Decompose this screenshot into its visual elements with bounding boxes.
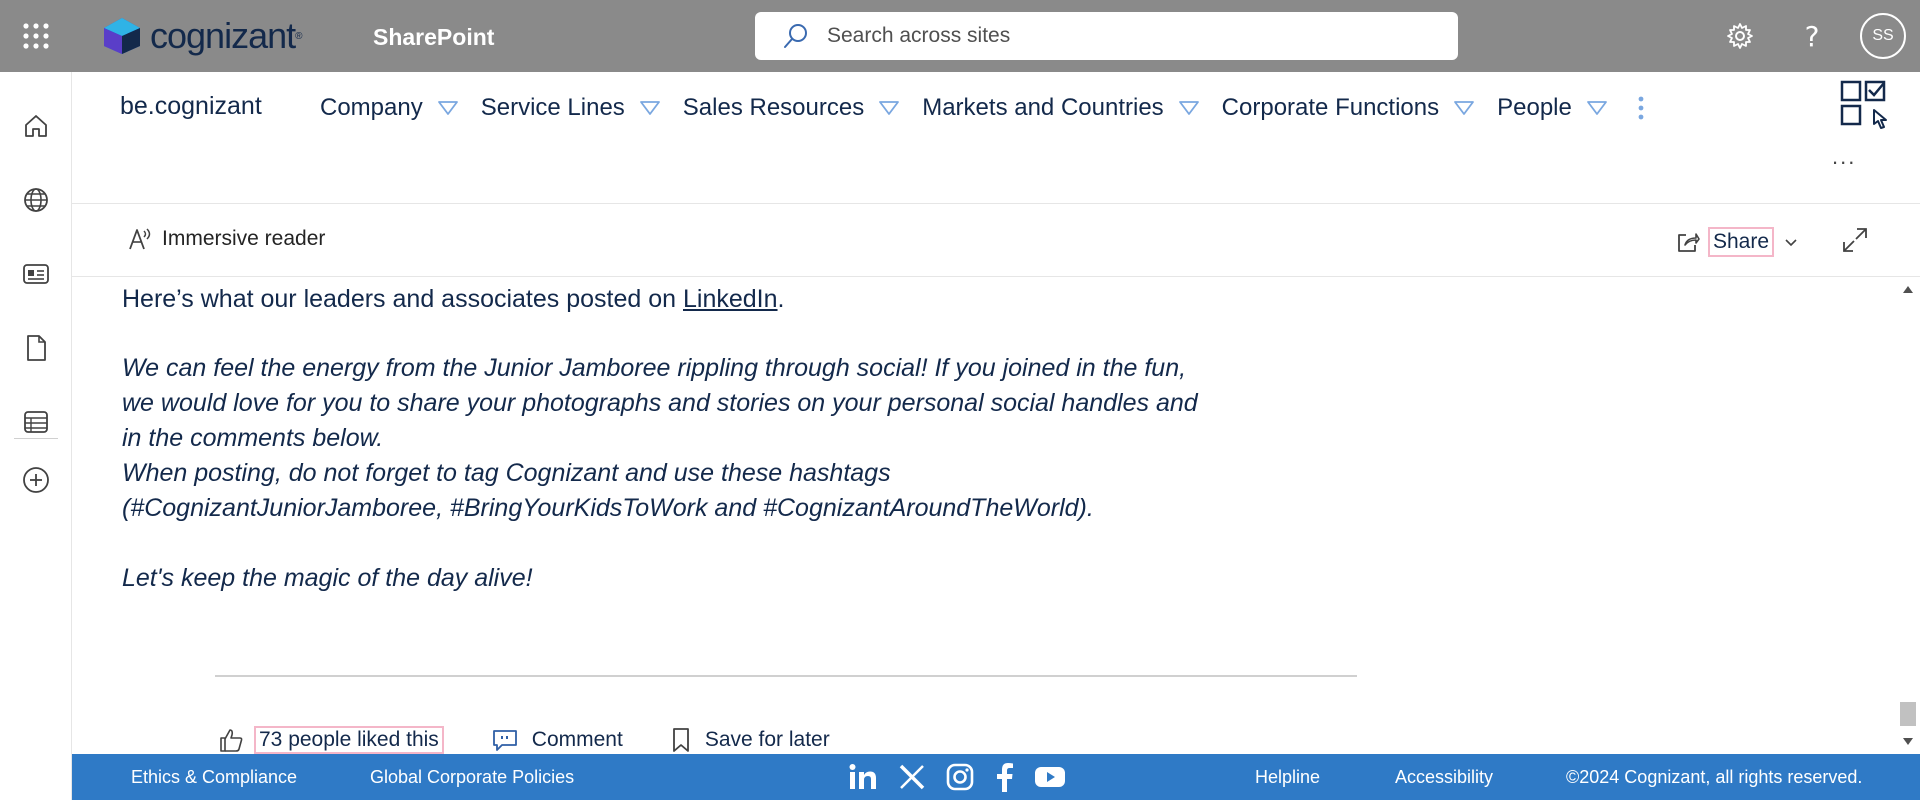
nav-item-label: Company	[320, 94, 423, 121]
body-line: we would love for you to share your phot…	[122, 389, 1198, 417]
site-footer: Ethics & Compliance Global Corporate Pol…	[72, 754, 1920, 800]
instagram-icon[interactable]	[946, 763, 974, 791]
body-line: When posting, do not forget to tag Cogni…	[122, 459, 891, 487]
chevron-down-icon[interactable]	[437, 100, 459, 116]
chevron-down-icon[interactable]	[1453, 100, 1475, 116]
chevron-down-icon[interactable]	[878, 100, 900, 116]
article-content: Here’s what our leaders and associates p…	[72, 278, 1896, 754]
news-icon[interactable]	[18, 256, 54, 292]
cognizant-logo-mark-icon	[104, 18, 140, 54]
content-divider	[215, 675, 1357, 677]
command-bar: Immersive reader Share	[72, 205, 1920, 277]
x-twitter-icon[interactable]	[898, 763, 926, 791]
search-icon	[784, 24, 807, 48]
app-bar	[0, 72, 72, 800]
chevron-down-icon[interactable]	[1178, 100, 1200, 116]
nav-item-corporate-functions[interactable]: Corporate Functions	[1222, 94, 1475, 122]
nav-overflow-icon[interactable]	[1636, 95, 1646, 121]
nav-item-sales-resources[interactable]: Sales Resources	[683, 94, 900, 122]
immersive-reader-button[interactable]: Immersive reader	[128, 227, 325, 251]
settings-gear-icon[interactable]	[1722, 18, 1758, 54]
home-icon[interactable]	[18, 108, 54, 144]
linkedin-icon[interactable]	[848, 763, 878, 791]
intro-suffix: .	[777, 285, 785, 313]
more-options-ellipsis[interactable]: ...	[1832, 144, 1856, 170]
nav-item-label: Markets and Countries	[922, 94, 1164, 121]
nav-item-label: People	[1497, 94, 1572, 121]
hub-nav-items: Company Service Lines Sales Resources Ma…	[320, 90, 1646, 126]
body-line: (#CognizantJuniorJamboree, #BringYourKid…	[122, 494, 1094, 522]
trademark-mark: ®	[295, 30, 303, 42]
cognizant-logo[interactable]: cognizant ®	[100, 14, 302, 58]
globe-icon[interactable]	[18, 182, 54, 218]
app-name[interactable]: SharePoint	[373, 24, 494, 51]
linkedin-link[interactable]: LinkedIn	[683, 285, 778, 313]
save-for-later-label: Save for later	[704, 728, 830, 751]
footer-link-policies[interactable]: Global Corporate Policies	[370, 767, 574, 788]
logo-text: cognizant	[150, 15, 296, 56]
footer-link-ethics[interactable]: Ethics & Compliance	[131, 767, 297, 788]
search-box[interactable]: Search across sites	[755, 12, 1458, 60]
avatar[interactable]: SS	[1860, 13, 1906, 59]
expand-icon[interactable]	[1842, 227, 1868, 258]
app-launcher-icon[interactable]	[18, 18, 54, 54]
body-line: Let's keep the magic of the day alive!	[122, 564, 533, 592]
chevron-down-icon[interactable]	[1586, 100, 1608, 116]
nav-item-label: Sales Resources	[682, 94, 865, 121]
social-actions: 73 people liked this Comment Save for la…	[218, 726, 830, 754]
suite-bar: cognizant ® SharePoint Search across sit…	[0, 0, 1920, 72]
share-options-chevron-icon[interactable]	[1784, 235, 1798, 253]
save-for-later-button[interactable]: Save for later	[671, 727, 830, 753]
share-icon	[1678, 233, 1700, 252]
scroll-down-arrow[interactable]	[1903, 738, 1913, 745]
immersive-reader-icon	[129, 228, 151, 250]
apps-checklist-icon[interactable]	[1840, 80, 1892, 135]
youtube-icon[interactable]	[1034, 765, 1066, 789]
lists-icon[interactable]	[18, 404, 54, 440]
scroll-up-arrow[interactable]	[1903, 286, 1913, 293]
immersive-reader-label: Immersive reader	[162, 227, 326, 250]
content-scrollbar[interactable]	[1896, 278, 1920, 754]
likes-count-link[interactable]: 73 people liked this	[254, 726, 444, 754]
site-title[interactable]: be.cognizant	[120, 92, 262, 121]
bookmark-icon	[672, 728, 689, 752]
intro-paragraph: Here’s what our leaders and associates p…	[122, 282, 784, 317]
comment-icon	[492, 730, 517, 751]
body-line: in the comments below.	[122, 424, 384, 452]
scroll-thumb[interactable]	[1900, 702, 1916, 726]
help-icon[interactable]: ?	[1794, 18, 1830, 54]
nav-item-service-lines[interactable]: Service Lines	[481, 94, 661, 122]
nav-item-company[interactable]: Company	[320, 94, 459, 122]
nav-item-label: Service Lines	[480, 94, 625, 121]
comment-button[interactable]: Comment	[492, 728, 623, 752]
document-icon[interactable]	[18, 330, 54, 366]
body-line: We can feel the energy from the Junior J…	[122, 354, 1187, 382]
create-plus-icon[interactable]	[18, 462, 54, 498]
share-label: Share	[1708, 227, 1775, 257]
nav-item-label: Corporate Functions	[1221, 94, 1440, 121]
like-thumbs-up-icon[interactable]	[218, 727, 244, 753]
social-links	[848, 762, 1086, 792]
share-button[interactable]: Share	[1676, 227, 1775, 257]
footer-copyright: ©2024 Cognizant, all rights reserved.	[1566, 767, 1863, 787]
hub-navigation: be.cognizant Company Service Lines Sales…	[72, 72, 1920, 204]
nav-item-markets-and-countries[interactable]: Markets and Countries	[922, 94, 1199, 122]
app-bar-divider	[14, 438, 58, 439]
nav-item-people[interactable]: People	[1497, 94, 1608, 122]
intro-text: Here’s what our leaders and associates p…	[122, 285, 683, 313]
search-input[interactable]: Search across sites	[827, 24, 1010, 48]
footer-link-helpline[interactable]: Helpline	[1255, 767, 1320, 788]
footer-link-accessibility[interactable]: Accessibility	[1395, 767, 1493, 788]
comment-label: Comment	[531, 728, 623, 751]
chevron-down-icon[interactable]	[639, 100, 661, 116]
facebook-icon[interactable]	[994, 762, 1014, 792]
